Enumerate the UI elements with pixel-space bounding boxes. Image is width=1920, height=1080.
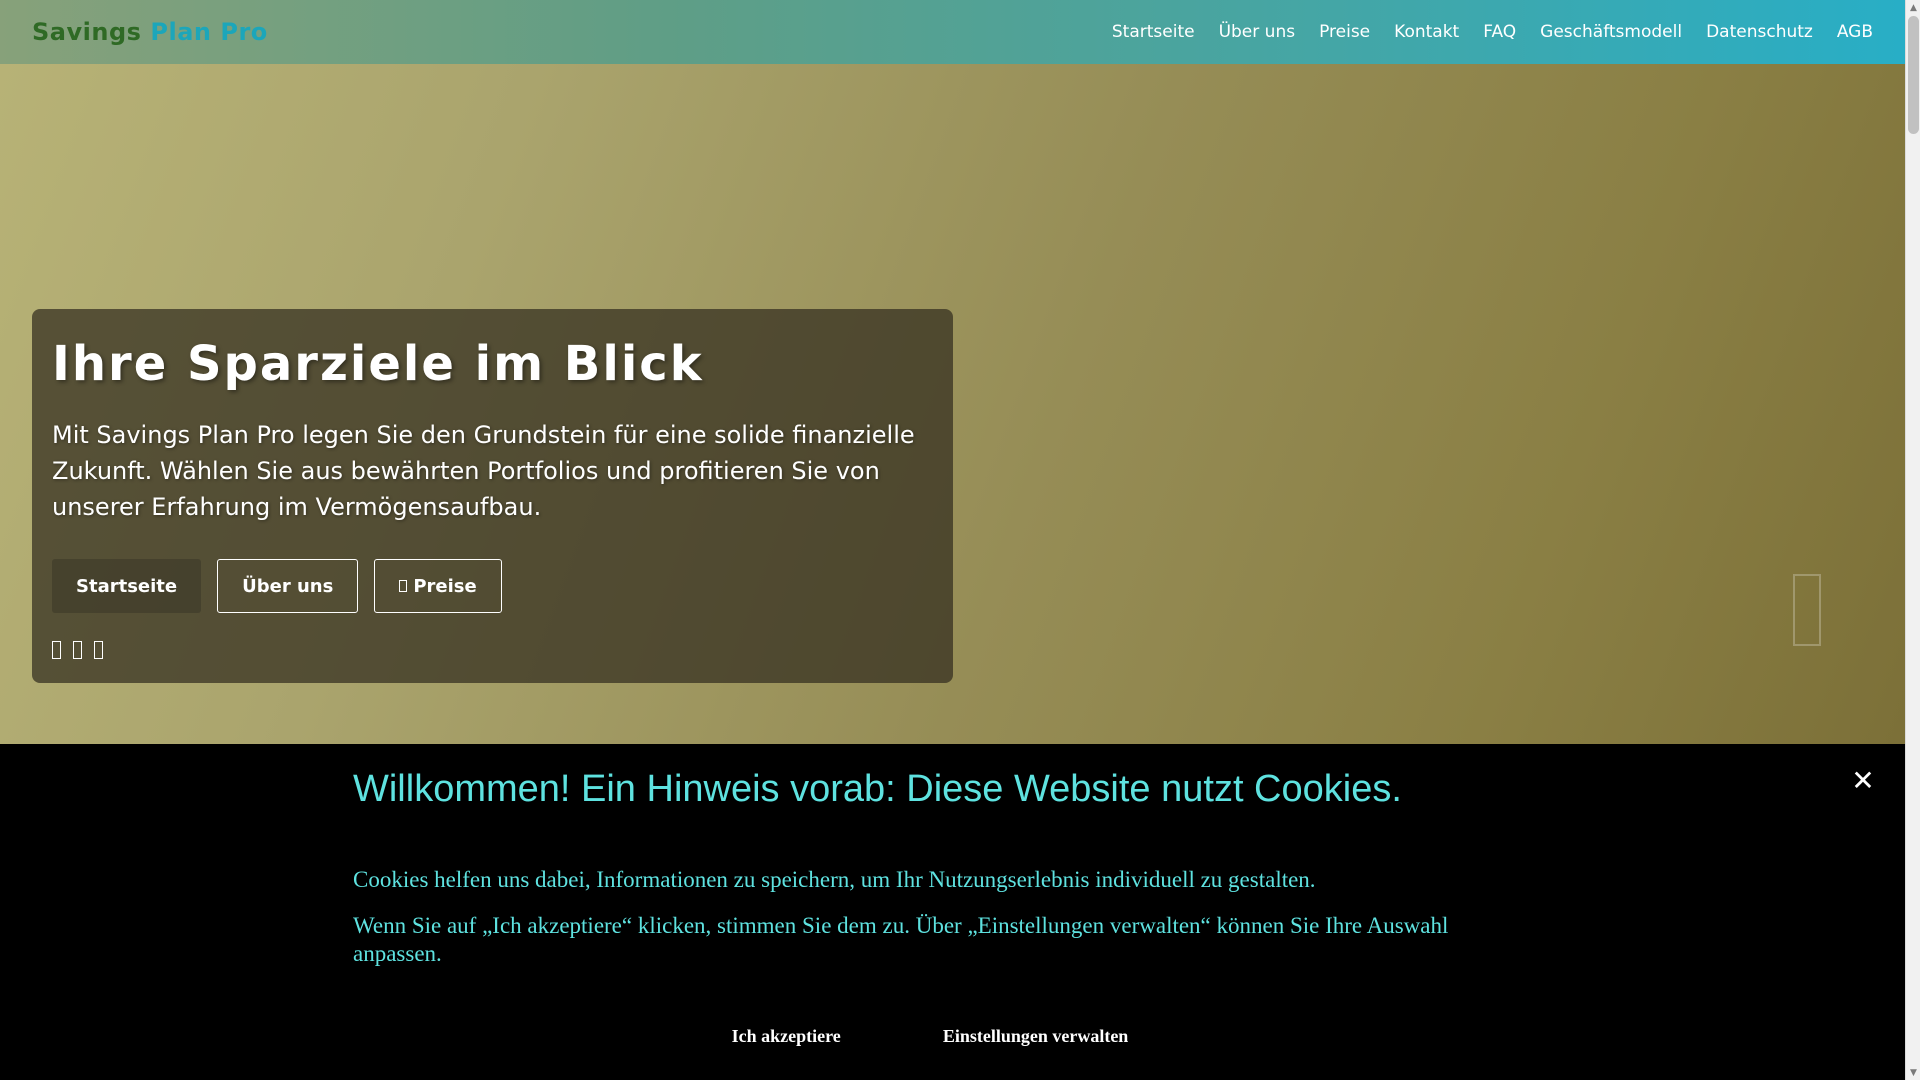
scroll-down-icon[interactable]: ▼ — [1906, 1065, 1920, 1080]
cookie-actions: Ich akzeptiere Einstellungen verwalten — [0, 1026, 1905, 1047]
cookie-banner: Willkommen! Ein Hinweis vorab: Diese Web… — [0, 744, 1905, 1080]
scrollbar-thumb[interactable] — [1908, 16, 1919, 134]
nav-link-startseite[interactable]: Startseite — [1112, 22, 1195, 42]
close-icon[interactable]: ✕ — [1847, 764, 1879, 797]
cookie-banner-text-1: Cookies helfen uns dabei, Informationen … — [353, 867, 1316, 892]
hero-button-preise-label: Preise — [413, 575, 477, 597]
instagram-icon[interactable] — [94, 641, 103, 660]
nav-link-kontakt[interactable]: Kontakt — [1394, 22, 1459, 42]
social-links — [52, 641, 933, 660]
page: Savings Plan Pro Startseite Über uns Pre… — [0, 0, 1905, 1080]
nav-link-geschaeftsmodell[interactable]: Geschäftsmodell — [1540, 22, 1682, 42]
hero-card: Ihre Sparziele im Blick Mit Savings Plan… — [32, 309, 953, 683]
hero-description: Mit Savings Plan Pro legen Sie den Grund… — [52, 421, 915, 522]
nav-link-datenschutz[interactable]: Datenschutz — [1706, 22, 1813, 42]
hero-button-preise[interactable]: Preise — [374, 559, 502, 614]
accept-cookies-button[interactable]: Ich akzeptiere — [732, 1026, 841, 1047]
cookie-banner-title: Willkommen! Ein Hinweis vorab: Diese Web… — [353, 768, 1402, 810]
hero-button-startseite[interactable]: Startseite — [52, 559, 202, 614]
vertical-scrollbar[interactable]: ▲ ▼ — [1905, 0, 1920, 1080]
facebook-icon[interactable] — [52, 641, 61, 660]
site-header: Savings Plan Pro Startseite Über uns Pre… — [0, 0, 1905, 64]
main-nav: Startseite Über uns Preise Kontakt FAQ G… — [1088, 22, 1873, 42]
brand-logo[interactable]: Savings Plan Pro — [32, 18, 268, 46]
nav-link-faq[interactable]: FAQ — [1483, 22, 1516, 42]
twitter-icon[interactable] — [73, 641, 82, 660]
nav-link-preise[interactable]: Preise — [1319, 22, 1370, 42]
chevron-right-icon[interactable] — [1793, 574, 1821, 646]
hero-section: Ihre Sparziele im Blick Mit Savings Plan… — [0, 64, 1905, 744]
manage-settings-button[interactable]: Einstellungen verwalten — [943, 1026, 1129, 1047]
nav-link-agb[interactable]: AGB — [1837, 22, 1873, 42]
nav-link-ueber-uns[interactable]: Über uns — [1219, 22, 1296, 42]
cookie-banner-text-2: Wenn Sie auf „Ich akzeptiere“ klicken, s… — [353, 913, 1449, 966]
hero-button-ueber-uns[interactable]: Über uns — [217, 559, 359, 614]
hero-title: Ihre Sparziele im Blick — [52, 336, 704, 392]
brand-name-part2: Plan Pro — [150, 18, 268, 46]
brand-name-part1: Savings — [32, 18, 142, 46]
tag-icon — [399, 580, 408, 593]
hero-button-group: Startseite Über uns Preise — [52, 559, 933, 614]
scroll-up-icon[interactable]: ▲ — [1906, 0, 1920, 15]
